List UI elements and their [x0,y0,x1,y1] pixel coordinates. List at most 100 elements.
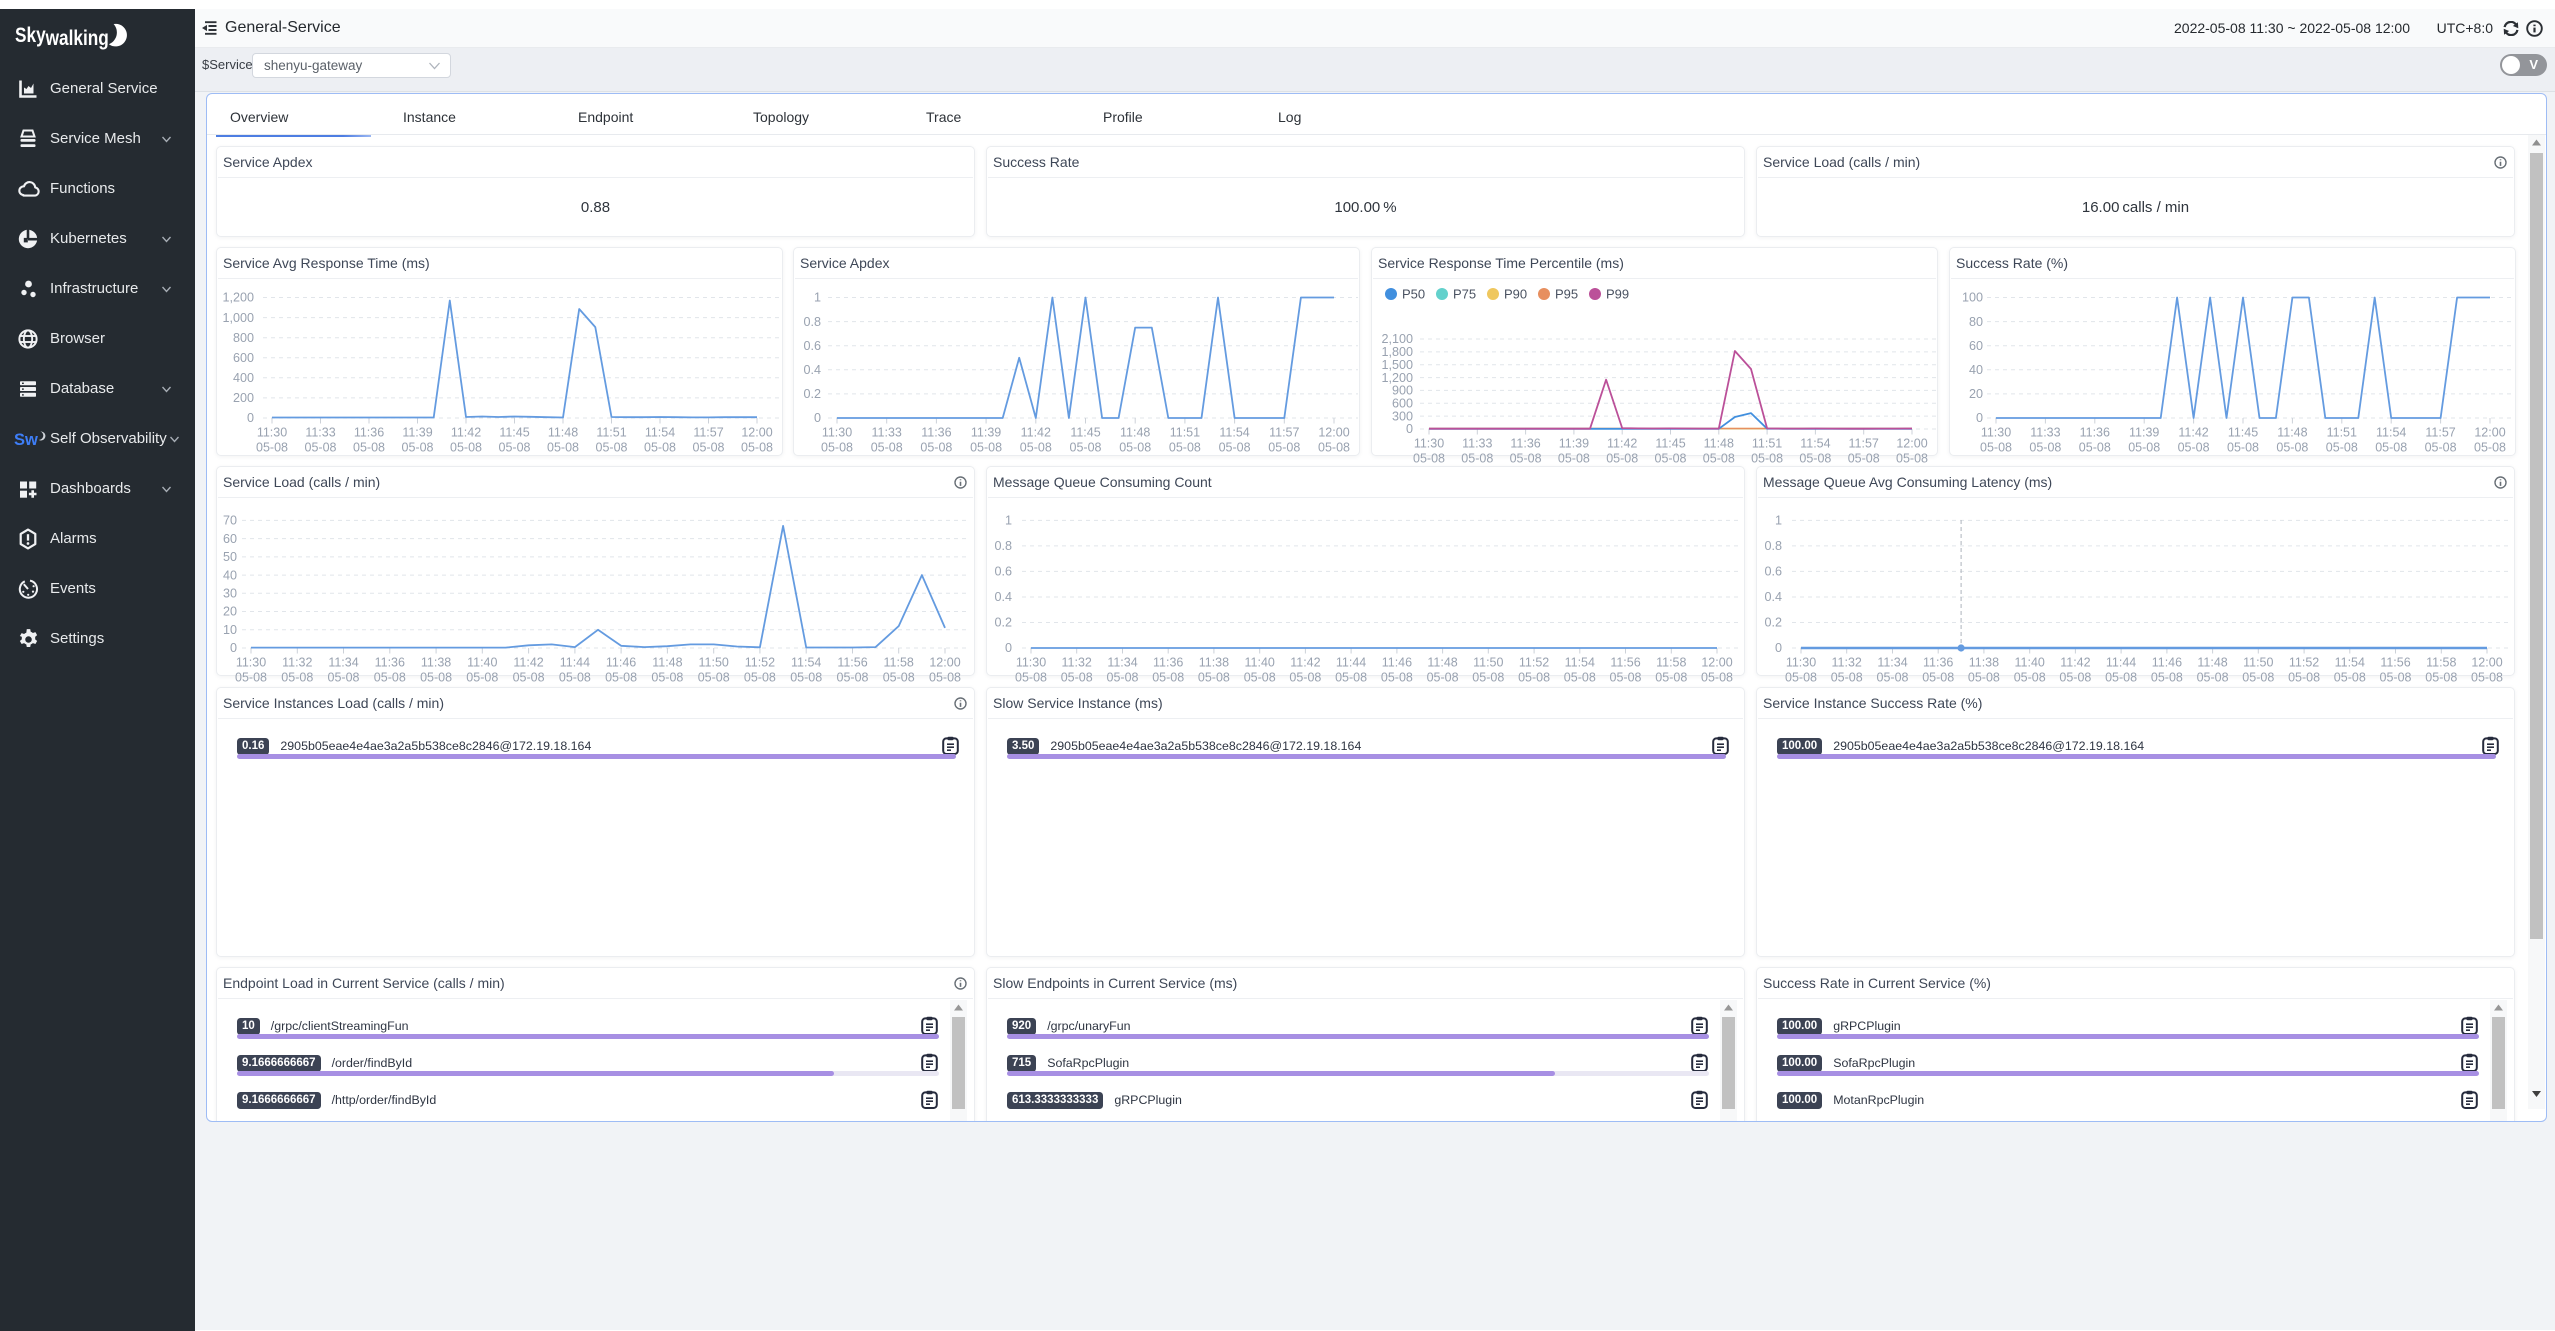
svg-text:0.6: 0.6 [994,565,1012,579]
svg-text:11:51: 11:51 [596,426,626,440]
svg-text:05-08: 05-08 [1558,452,1590,466]
svg-text:05-08: 05-08 [2197,671,2229,685]
svg-text:12:00: 12:00 [1701,656,1732,670]
svg-text:0.4: 0.4 [994,590,1012,604]
svg-text:05-08: 05-08 [1381,671,1413,685]
svg-text:05-08: 05-08 [466,671,498,685]
svg-text:0.8: 0.8 [803,315,821,329]
svg-text:05-08: 05-08 [1244,671,1276,685]
svg-text:05-08: 05-08 [1564,671,1596,685]
svg-text:20: 20 [1969,387,1983,401]
svg-text:11:30: 11:30 [1414,437,1444,451]
svg-text:05-08: 05-08 [235,671,267,685]
svg-text:11:32: 11:32 [282,656,312,670]
svg-text:11:51: 11:51 [2327,426,2357,440]
svg-text:11:50: 11:50 [699,656,729,670]
svg-text:05-08: 05-08 [1610,671,1642,685]
svg-text:0.8: 0.8 [994,539,1012,553]
svg-text:Sw: Sw [14,431,38,449]
svg-text:05-08: 05-08 [790,671,822,685]
svg-text:05-08: 05-08 [1799,452,1831,466]
svg-text:05-08: 05-08 [1070,441,1102,455]
svg-text:11:33: 11:33 [305,426,335,440]
svg-text:11:58: 11:58 [1656,656,1686,670]
svg-text:05-08: 05-08 [420,671,452,685]
svg-text:1: 1 [1775,514,1782,528]
svg-text:11:33: 11:33 [872,426,902,440]
svg-text:05-08: 05-08 [821,441,853,455]
svg-text:40: 40 [223,568,237,582]
svg-text:05-08: 05-08 [2059,671,2091,685]
svg-text:11:58: 11:58 [2426,656,2456,670]
svg-text:05-08: 05-08 [1219,441,1251,455]
svg-text:100: 100 [1962,291,1983,305]
svg-text:05-08: 05-08 [2474,441,2506,455]
svg-text:05-08: 05-08 [2380,671,2412,685]
svg-text:11:48: 11:48 [652,656,682,670]
svg-text:12:00: 12:00 [1896,437,1927,451]
svg-text:0: 0 [1976,411,1983,425]
svg-text:11:42: 11:42 [1021,426,1051,440]
svg-text:11:45: 11:45 [2228,426,2258,440]
svg-text:11:30: 11:30 [1981,426,2011,440]
svg-text:11:42: 11:42 [451,426,481,440]
svg-text:11:56: 11:56 [1610,656,1640,670]
svg-text:11:56: 11:56 [2380,656,2410,670]
svg-text:11:30: 11:30 [257,426,287,440]
svg-text:05-08: 05-08 [2425,441,2457,455]
svg-text:05-08: 05-08 [513,671,545,685]
svg-text:11:54: 11:54 [1800,437,1830,451]
svg-text:11:40: 11:40 [1245,656,1275,670]
svg-text:05-08: 05-08 [1922,671,1954,685]
svg-text:05-08: 05-08 [2288,671,2320,685]
svg-text:05-08: 05-08 [2276,441,2308,455]
svg-text:12:00: 12:00 [1318,426,1349,440]
svg-text:11:36: 11:36 [354,426,384,440]
svg-text:30: 30 [223,587,237,601]
svg-text:05-08: 05-08 [1061,671,1093,685]
svg-text:0.4: 0.4 [803,363,821,377]
svg-text:P50: P50 [1402,287,1425,302]
svg-text:05-08: 05-08 [1119,441,1151,455]
svg-text:P75: P75 [1453,287,1476,302]
svg-text:11:50: 11:50 [2243,656,2273,670]
svg-text:05-08: 05-08 [1877,671,1909,685]
svg-text:11:38: 11:38 [1199,656,1229,670]
svg-text:05-08: 05-08 [1427,671,1459,685]
svg-text:05-08: 05-08 [1107,671,1139,685]
svg-text:05-08: 05-08 [2471,671,2503,685]
svg-text:0: 0 [1005,641,1012,655]
svg-text:400: 400 [233,371,254,385]
svg-text:11:52: 11:52 [1519,656,1549,670]
svg-text:05-08: 05-08 [1335,671,1367,685]
svg-text:11:45: 11:45 [499,426,529,440]
svg-text:05-08: 05-08 [402,441,434,455]
svg-text:11:36: 11:36 [1510,437,1540,451]
svg-text:11:48: 11:48 [1427,656,1457,670]
svg-text:11:34: 11:34 [328,656,358,670]
svg-text:11:32: 11:32 [1062,656,1092,670]
svg-text:11:40: 11:40 [467,656,497,670]
svg-text:05-08: 05-08 [1518,671,1550,685]
svg-text:05-08: 05-08 [1606,452,1638,466]
svg-text:05-08: 05-08 [970,441,1002,455]
svg-text:05-08: 05-08 [1831,671,1863,685]
svg-text:05-08: 05-08 [1701,671,1733,685]
svg-text:11:56: 11:56 [837,656,867,670]
svg-text:05-08: 05-08 [1655,671,1687,685]
svg-text:05-08: 05-08 [1268,441,1300,455]
svg-text:11:45: 11:45 [1070,426,1100,440]
svg-text:11:42: 11:42 [2060,656,2090,670]
svg-text:05-08: 05-08 [450,441,482,455]
svg-text:0.2: 0.2 [994,616,1012,630]
svg-text:05-08: 05-08 [1896,452,1928,466]
svg-text:11:30: 11:30 [822,426,852,440]
svg-text:05-08: 05-08 [374,671,406,685]
svg-text:05-08: 05-08 [1152,671,1184,685]
svg-text:05-08: 05-08 [2151,671,2183,685]
svg-text:11:51: 11:51 [1170,426,1200,440]
svg-text:11:42: 11:42 [1290,656,1320,670]
svg-text:11:39: 11:39 [2129,426,2159,440]
svg-text:11:46: 11:46 [2152,656,2182,670]
svg-text:05-08: 05-08 [328,671,360,685]
